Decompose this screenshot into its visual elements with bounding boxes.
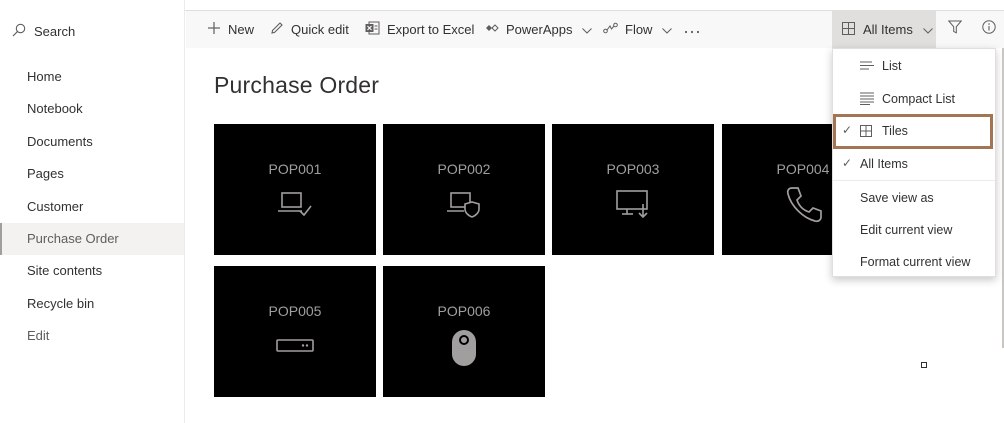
tile-item[interactable]: POP005 xyxy=(214,266,376,397)
filter-icon xyxy=(947,20,963,39)
menu-item-list[interactable]: List xyxy=(833,50,995,82)
phone-icon xyxy=(783,184,823,229)
resize-handle[interactable] xyxy=(921,362,927,368)
page-title: Purchase Order xyxy=(214,72,380,98)
tiles-highlight-box xyxy=(833,114,993,149)
menu-item-label: List xyxy=(882,59,902,73)
chevron-down-icon xyxy=(662,22,673,37)
view-label: All Items xyxy=(863,22,913,37)
menu-item-label: Edit current view xyxy=(860,223,953,237)
info-icon xyxy=(982,20,996,39)
tile-label: POP002 xyxy=(437,161,491,177)
plus-icon xyxy=(207,21,221,38)
left-navigation: Search Home Notebook Documents Pages Cus… xyxy=(0,0,185,423)
flow-button[interactable]: Flow xyxy=(603,11,673,48)
menu-divider xyxy=(833,180,995,181)
flow-icon xyxy=(603,22,618,37)
excel-icon xyxy=(365,21,380,38)
grid-view-icon xyxy=(842,21,855,38)
router-icon xyxy=(275,338,315,359)
nav-item-recycle-bin[interactable]: Recycle bin xyxy=(0,288,184,320)
menu-item-label: Format current view xyxy=(860,255,971,269)
compact-list-icon xyxy=(860,92,874,108)
tile-label: POP001 xyxy=(268,161,322,177)
export-to-excel-button[interactable]: Export to Excel xyxy=(365,11,474,48)
powerapps-button[interactable]: PowerApps xyxy=(485,11,593,48)
menu-item-format-current-view[interactable]: Format current view xyxy=(833,246,995,278)
menu-item-label: Save view as xyxy=(860,191,934,205)
quick-edit-label: Quick edit xyxy=(291,22,349,37)
powerapps-icon xyxy=(485,22,499,37)
nav-list: Home Notebook Documents Pages Customer P… xyxy=(0,61,184,353)
export-label: Export to Excel xyxy=(387,22,475,37)
pencil-icon xyxy=(270,21,284,38)
nav-item-purchase-order[interactable]: Purchase Order xyxy=(0,222,184,256)
filter-button[interactable] xyxy=(940,11,970,48)
menu-item-all-items[interactable]: ✓ All Items xyxy=(833,148,995,180)
quick-edit-button[interactable]: Quick edit xyxy=(270,11,349,48)
more-options-button[interactable] xyxy=(684,11,700,48)
tile-item[interactable]: POP001 xyxy=(214,124,376,255)
new-button[interactable]: New xyxy=(207,11,254,48)
view-dropdown-menu: List Compact List ✓ Tiles ✓ All Items Sa… xyxy=(832,48,996,277)
tile-label: POP003 xyxy=(606,161,660,177)
menu-item-label: Compact List xyxy=(882,92,955,106)
nav-item-home[interactable]: Home xyxy=(0,61,184,93)
search-label: Search xyxy=(34,23,76,39)
tile-label: POP006 xyxy=(437,303,491,319)
chevron-down-icon xyxy=(922,22,933,37)
laptop-check-icon xyxy=(275,189,315,224)
nav-item-edit[interactable]: Edit xyxy=(0,320,184,352)
menu-item-compact-list[interactable]: Compact List xyxy=(833,83,995,115)
nav-item-documents[interactable]: Documents xyxy=(0,126,184,158)
menu-item-edit-current-view[interactable]: Edit current view xyxy=(833,214,995,246)
new-label: New xyxy=(228,22,255,37)
laptop-shield-icon xyxy=(444,189,484,224)
mouse-icon xyxy=(449,328,479,373)
check-icon: ✓ xyxy=(842,156,853,170)
tile-item[interactable]: POP006 xyxy=(383,266,545,397)
flow-label: Flow xyxy=(625,22,653,37)
tile-item[interactable]: POP003 xyxy=(552,124,714,255)
info-button[interactable] xyxy=(974,11,1004,48)
search-box[interactable]: Search xyxy=(12,21,75,41)
tile-label: POP005 xyxy=(268,303,322,319)
nav-item-customer[interactable]: Customer xyxy=(0,191,184,223)
list-icon xyxy=(860,60,874,74)
tile-item[interactable]: POP002 xyxy=(383,124,545,255)
search-icon xyxy=(12,23,26,40)
powerapps-label: PowerApps xyxy=(506,22,573,37)
nav-item-site-contents[interactable]: Site contents xyxy=(0,255,184,287)
monitor-download-icon xyxy=(613,189,653,224)
chevron-down-icon xyxy=(582,22,593,37)
ellipsis-icon xyxy=(684,22,700,37)
menu-item-label: All Items xyxy=(860,157,908,171)
view-switcher-button[interactable]: All Items xyxy=(832,11,936,48)
command-bar: New Quick edit Export to Excel PowerApps… xyxy=(186,11,1004,48)
nav-item-pages[interactable]: Pages xyxy=(0,158,184,190)
menu-item-save-view-as[interactable]: Save view as xyxy=(833,182,995,214)
nav-item-notebook[interactable]: Notebook xyxy=(0,93,184,125)
